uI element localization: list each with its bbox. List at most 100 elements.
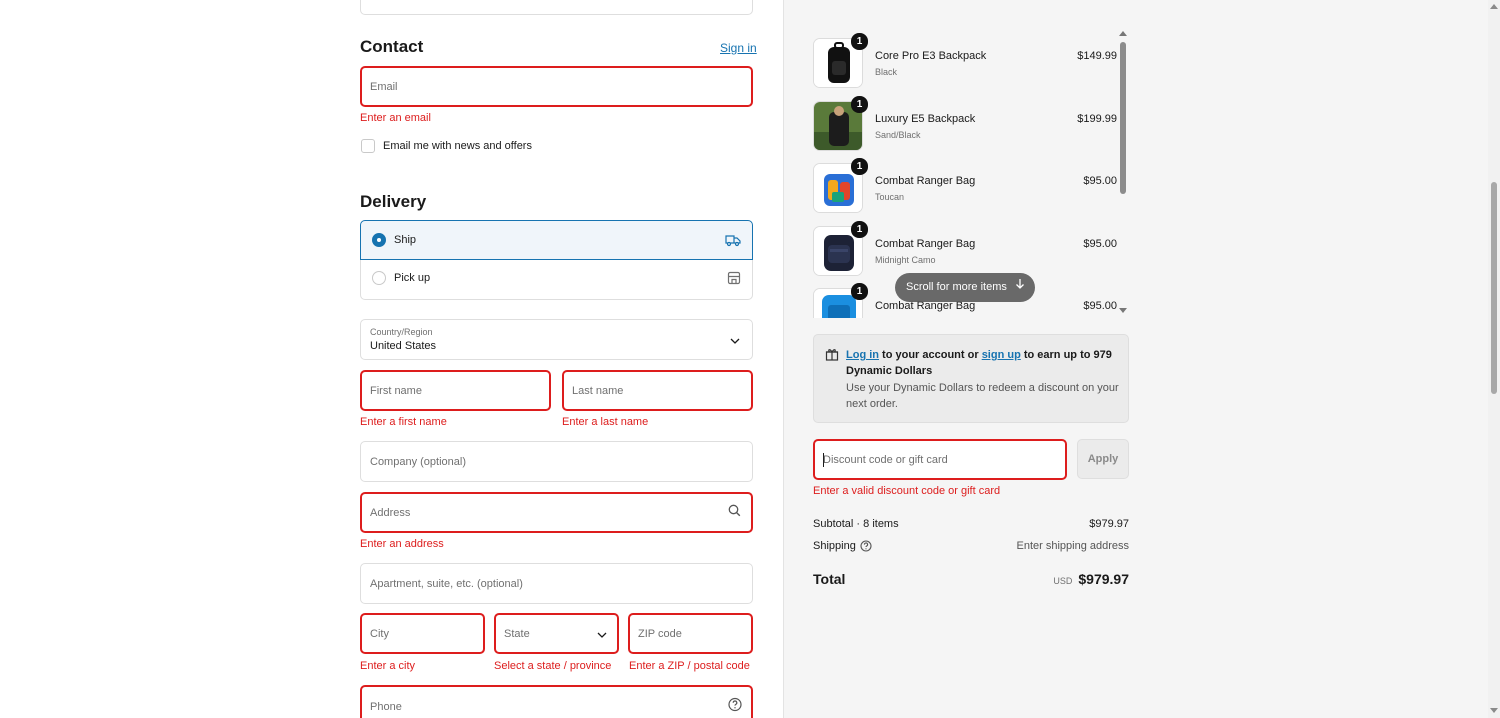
last-name-placeholder: Last name: [572, 384, 624, 397]
state-placeholder: State: [504, 627, 530, 640]
discount-placeholder: Discount code or gift card: [823, 453, 948, 466]
quantity-badge: 1: [851, 221, 868, 238]
email-field[interactable]: Email: [360, 66, 753, 107]
quantity-badge: 1: [851, 96, 868, 113]
item-name: Luxury E5 Backpack: [875, 113, 976, 125]
delivery-option-pickup[interactable]: Pick up: [360, 260, 753, 300]
item-price: $199.99: [1077, 113, 1117, 125]
discount-error: Enter a valid discount code or gift card: [813, 485, 1001, 497]
express-checkout-section: [360, 0, 753, 15]
item-name: Combat Ranger Bag: [875, 175, 976, 187]
email-placeholder: Email: [370, 80, 398, 93]
ship-label: Ship: [394, 234, 417, 246]
city-placeholder: City: [370, 627, 389, 640]
total-label: Total: [813, 571, 846, 587]
shipping-value: Enter shipping address: [1016, 540, 1129, 552]
last-name-field[interactable]: Last name: [562, 370, 753, 411]
quantity-badge: 1: [851, 158, 868, 175]
item-price: $95.00: [1083, 238, 1117, 250]
first-name-error: Enter a first name: [360, 416, 447, 428]
arrow-down-icon: [1015, 273, 1025, 302]
last-name-error: Enter a last name: [562, 416, 649, 428]
subtotal-row: Subtotal · 8 items $979.97: [813, 518, 1129, 530]
shipping-label: Shipping: [813, 540, 856, 552]
chevron-down-icon: [730, 331, 740, 349]
state-error: Select a state / province: [494, 660, 612, 672]
shipping-row: Shipping Enter shipping address: [813, 540, 1129, 552]
newsletter-label: Email me with news and offers: [383, 140, 532, 152]
ship-radio[interactable]: [372, 233, 386, 247]
item-name: Core Pro E3 Backpack: [875, 50, 987, 62]
country-select[interactable]: Country/Region United States: [360, 319, 753, 360]
item-variant: Black: [875, 67, 898, 77]
sign-up-link[interactable]: sign up: [982, 349, 1021, 361]
page-scrollbar[interactable]: [1488, 0, 1500, 718]
rewards-subtext: Use your Dynamic Dollars to redeem a dis…: [846, 382, 1119, 410]
item-price: $149.99: [1077, 50, 1117, 62]
apartment-placeholder: Apartment, suite, etc. (optional): [370, 577, 523, 590]
apply-button[interactable]: Apply: [1077, 439, 1129, 479]
scroll-down-arrow-icon[interactable]: [1119, 308, 1127, 313]
first-name-field[interactable]: First name: [360, 370, 551, 411]
pickup-label: Pick up: [394, 272, 431, 284]
item-price: $95.00: [1083, 175, 1117, 187]
state-select[interactable]: State: [494, 613, 619, 654]
cart-item: 1 Luxury E5 Backpack Sand/Black $199.99: [813, 96, 1131, 151]
city-error: Enter a city: [360, 660, 416, 672]
item-price: $95.00: [1083, 300, 1117, 312]
store-icon: [727, 271, 741, 290]
total-value: $979.97: [1078, 571, 1129, 587]
scroll-up-arrow-icon[interactable]: [1119, 31, 1127, 36]
company-field[interactable]: Company (optional): [360, 441, 753, 482]
address-placeholder: Address: [370, 506, 411, 519]
newsletter-checkbox[interactable]: [361, 139, 375, 153]
quantity-badge: 1: [851, 283, 868, 300]
currency-code: USD: [1053, 576, 1073, 586]
subtotal-label: Subtotal · 8 items: [813, 518, 899, 530]
apartment-field[interactable]: Apartment, suite, etc. (optional): [360, 563, 753, 604]
email-error: Enter an email: [360, 112, 431, 124]
quantity-badge: 1: [851, 33, 868, 50]
rewards-banner: Log in to your account or sign up to ear…: [813, 334, 1129, 423]
country-value: United States: [370, 340, 437, 352]
cart-item: 1 Core Pro E3 Backpack Black $149.99: [813, 33, 1131, 88]
zip-placeholder: ZIP code: [638, 627, 682, 640]
contact-heading: Contact: [360, 37, 424, 56]
city-field[interactable]: City: [360, 613, 485, 654]
item-variant: Midnight Camo: [875, 255, 936, 265]
page-scrollbar-thumb[interactable]: [1491, 182, 1497, 394]
total-amount: USD $979.97: [1053, 571, 1129, 587]
sign-in-link[interactable]: Sign in: [720, 41, 757, 55]
gift-icon: [825, 347, 839, 366]
scroll-up-arrow-icon[interactable]: [1490, 4, 1498, 9]
scroll-more-label: Scroll for more items: [906, 281, 1007, 293]
cart-scrollbar[interactable]: [1119, 31, 1127, 316]
discount-code-field[interactable]: Discount code or gift card: [813, 439, 1067, 480]
item-variant: Sand/Black: [875, 130, 921, 140]
rewards-text-1: to your account or: [879, 349, 982, 361]
phone-placeholder: Phone: [370, 701, 402, 713]
log-in-link[interactable]: Log in: [846, 349, 879, 361]
address-field[interactable]: Address: [360, 492, 753, 533]
cart-item: 1 Combat Ranger Bag Toucan $95.00: [813, 158, 1131, 213]
truck-icon: [725, 233, 741, 252]
zip-field[interactable]: ZIP code: [628, 613, 753, 654]
scroll-more-button[interactable]: Scroll for more items: [895, 273, 1035, 302]
scroll-down-arrow-icon[interactable]: [1490, 708, 1498, 713]
help-icon[interactable]: [860, 540, 872, 555]
checkout-form-panel: Contact Sign in Email Enter an email Ema…: [0, 0, 783, 718]
subtotal-value: $979.97: [1089, 518, 1129, 530]
chevron-down-icon: [597, 625, 607, 643]
pickup-radio[interactable]: [372, 271, 386, 285]
address-error: Enter an address: [360, 538, 444, 550]
zip-error: Enter a ZIP / postal code: [629, 660, 750, 672]
help-icon[interactable]: [728, 697, 742, 717]
item-name: Combat Ranger Bag: [875, 238, 976, 250]
first-name-placeholder: First name: [370, 384, 422, 397]
cart-scrollbar-thumb[interactable]: [1120, 42, 1126, 194]
phone-field[interactable]: Phone: [360, 685, 753, 718]
total-row: Total USD $979.97: [813, 571, 1129, 591]
rewards-headline: Log in to your account or sign up to ear…: [846, 347, 1121, 379]
delivery-option-ship[interactable]: Ship: [360, 220, 753, 260]
cart-item: 1 Combat Ranger Bag Midnight Camo $95.00: [813, 221, 1131, 276]
